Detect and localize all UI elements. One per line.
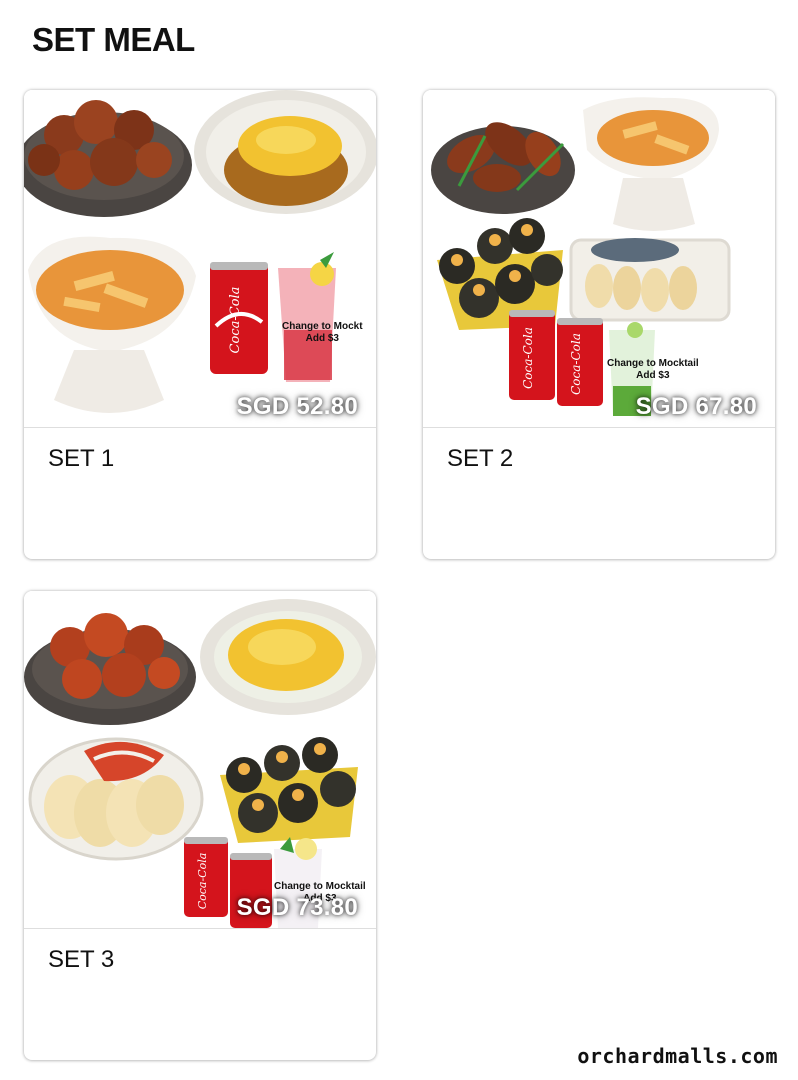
set-1-image: Coca-Cola Change to Mockt Add $3 SGD 52.… (24, 90, 376, 428)
mocktail-note-line2: Add $3 (636, 370, 670, 381)
mocktail-note-line1: Change to Mockt (282, 321, 363, 332)
set-1-food-illustration: Coca-Cola (24, 90, 376, 413)
set-2-image: Coca-Cola Coca-Cola Change to Mocktail A… (423, 90, 775, 428)
coke-can: Coca-Cola (184, 837, 228, 917)
svg-text:Coca-Cola: Coca-Cola (228, 287, 243, 354)
price-label: SGD 73.80 (236, 894, 358, 921)
svg-text:Coca-Cola: Coca-Cola (521, 327, 535, 389)
set-3-image: Coca-Cola Change to Mocktail Add $3 SGD … (24, 591, 376, 929)
mocktail-note-line1: Change to Mocktail (274, 881, 366, 892)
svg-text:Coca-Cola: Coca-Cola (569, 333, 583, 395)
set-3-food-illustration: Coca-Cola (24, 599, 376, 928)
price-label: SGD 52.80 (236, 393, 358, 420)
fried-chicken (50, 613, 180, 699)
mocktail-note: Change to Mocktail Add $3 (607, 358, 699, 382)
set-name: SET 2 (447, 445, 514, 472)
mocktail-note: Change to Mockt Add $3 (282, 321, 363, 345)
set-card-3[interactable]: Coca-Cola Change to Mocktail Add $3 SGD … (24, 591, 376, 1060)
coke-can: Coca-Cola (210, 262, 268, 374)
page-title: SET MEAL (32, 21, 195, 58)
set-name: SET 1 (48, 445, 115, 472)
coke-can: Coca-Cola (557, 318, 603, 406)
mocktail-glass (278, 252, 336, 382)
set-name: SET 3 (48, 946, 115, 973)
price-label: SGD 67.80 (635, 393, 757, 420)
curry-rice-cakes (597, 110, 709, 166)
mocktail-note-line2: Add $3 (305, 333, 339, 344)
set-card-1[interactable]: Coca-Cola Change to Mockt Add $3 SGD 52.… (24, 90, 376, 559)
set-2-food-illustration: Coca-Cola Coca-Cola (431, 97, 731, 416)
svg-text:Coca-Cola: Coca-Cola (196, 853, 209, 910)
set-card-2[interactable]: Coca-Cola Coca-Cola Change to Mocktail A… (423, 90, 775, 559)
mocktail-note-line1: Change to Mocktail (607, 358, 699, 369)
watermark: orchardmalls.com (577, 1044, 778, 1068)
coke-can: Coca-Cola (509, 310, 555, 400)
